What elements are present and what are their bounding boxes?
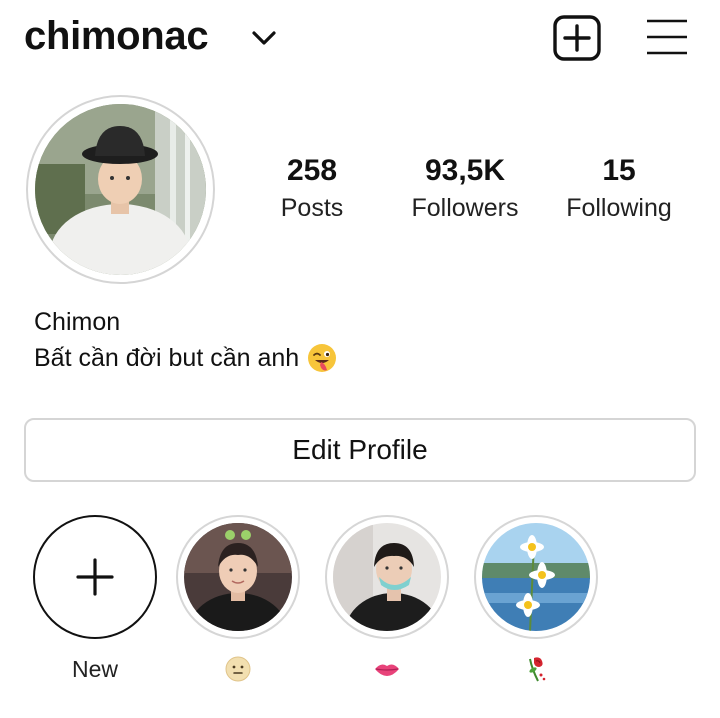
highlight-label: New xyxy=(71,655,118,682)
winking-face-tongue-emoji-icon xyxy=(308,344,337,372)
wilted-rose-emoji-icon xyxy=(529,657,546,682)
posts-label: Posts xyxy=(280,194,344,222)
posts-value: 258 xyxy=(286,154,338,187)
highlight-label xyxy=(176,653,300,685)
neutral-face-emoji-icon xyxy=(225,656,251,682)
followers-value: 93,5K xyxy=(424,154,506,187)
highlight-item[interactable] xyxy=(474,515,598,685)
add-post-icon[interactable] xyxy=(552,15,602,61)
lips-emoji-icon xyxy=(375,664,399,676)
following-value: 15 xyxy=(602,154,636,187)
highlight-ring xyxy=(325,515,449,639)
highlight-ring xyxy=(176,515,300,639)
hamburger-menu-icon[interactable] xyxy=(644,17,690,57)
followers-label: Followers xyxy=(411,194,519,222)
highlight-ring xyxy=(33,515,157,639)
highlight-new[interactable]: New xyxy=(33,515,157,685)
username[interactable]: chimonac xyxy=(24,14,209,59)
avatar[interactable] xyxy=(35,104,206,275)
bio: Bất cần đời but cần anh xyxy=(34,343,337,373)
highlight-label xyxy=(474,653,598,685)
display-name: Chimon xyxy=(34,308,121,336)
highlight-cover-image xyxy=(333,523,441,631)
highlight-ring xyxy=(474,515,598,639)
plus-icon xyxy=(76,558,114,596)
posts-count[interactable]: 258 Posts xyxy=(262,152,362,224)
following-count[interactable]: 15 Following xyxy=(555,152,683,224)
highlight-cover-image xyxy=(482,523,590,631)
highlight-label xyxy=(325,653,449,685)
profile-photo xyxy=(35,104,206,275)
followers-count[interactable]: 93,5K Followers xyxy=(395,152,535,224)
highlight-item[interactable] xyxy=(176,515,300,685)
chevron-down-icon[interactable] xyxy=(250,24,278,52)
highlight-cover-image xyxy=(184,523,292,631)
bio-text: Bất cần đời but cần anh xyxy=(34,343,300,372)
highlight-item[interactable] xyxy=(325,515,449,685)
edit-profile-button[interactable]: Edit Profile xyxy=(24,418,696,482)
following-label: Following xyxy=(566,194,672,222)
profile-header: chimonac xyxy=(0,0,720,80)
